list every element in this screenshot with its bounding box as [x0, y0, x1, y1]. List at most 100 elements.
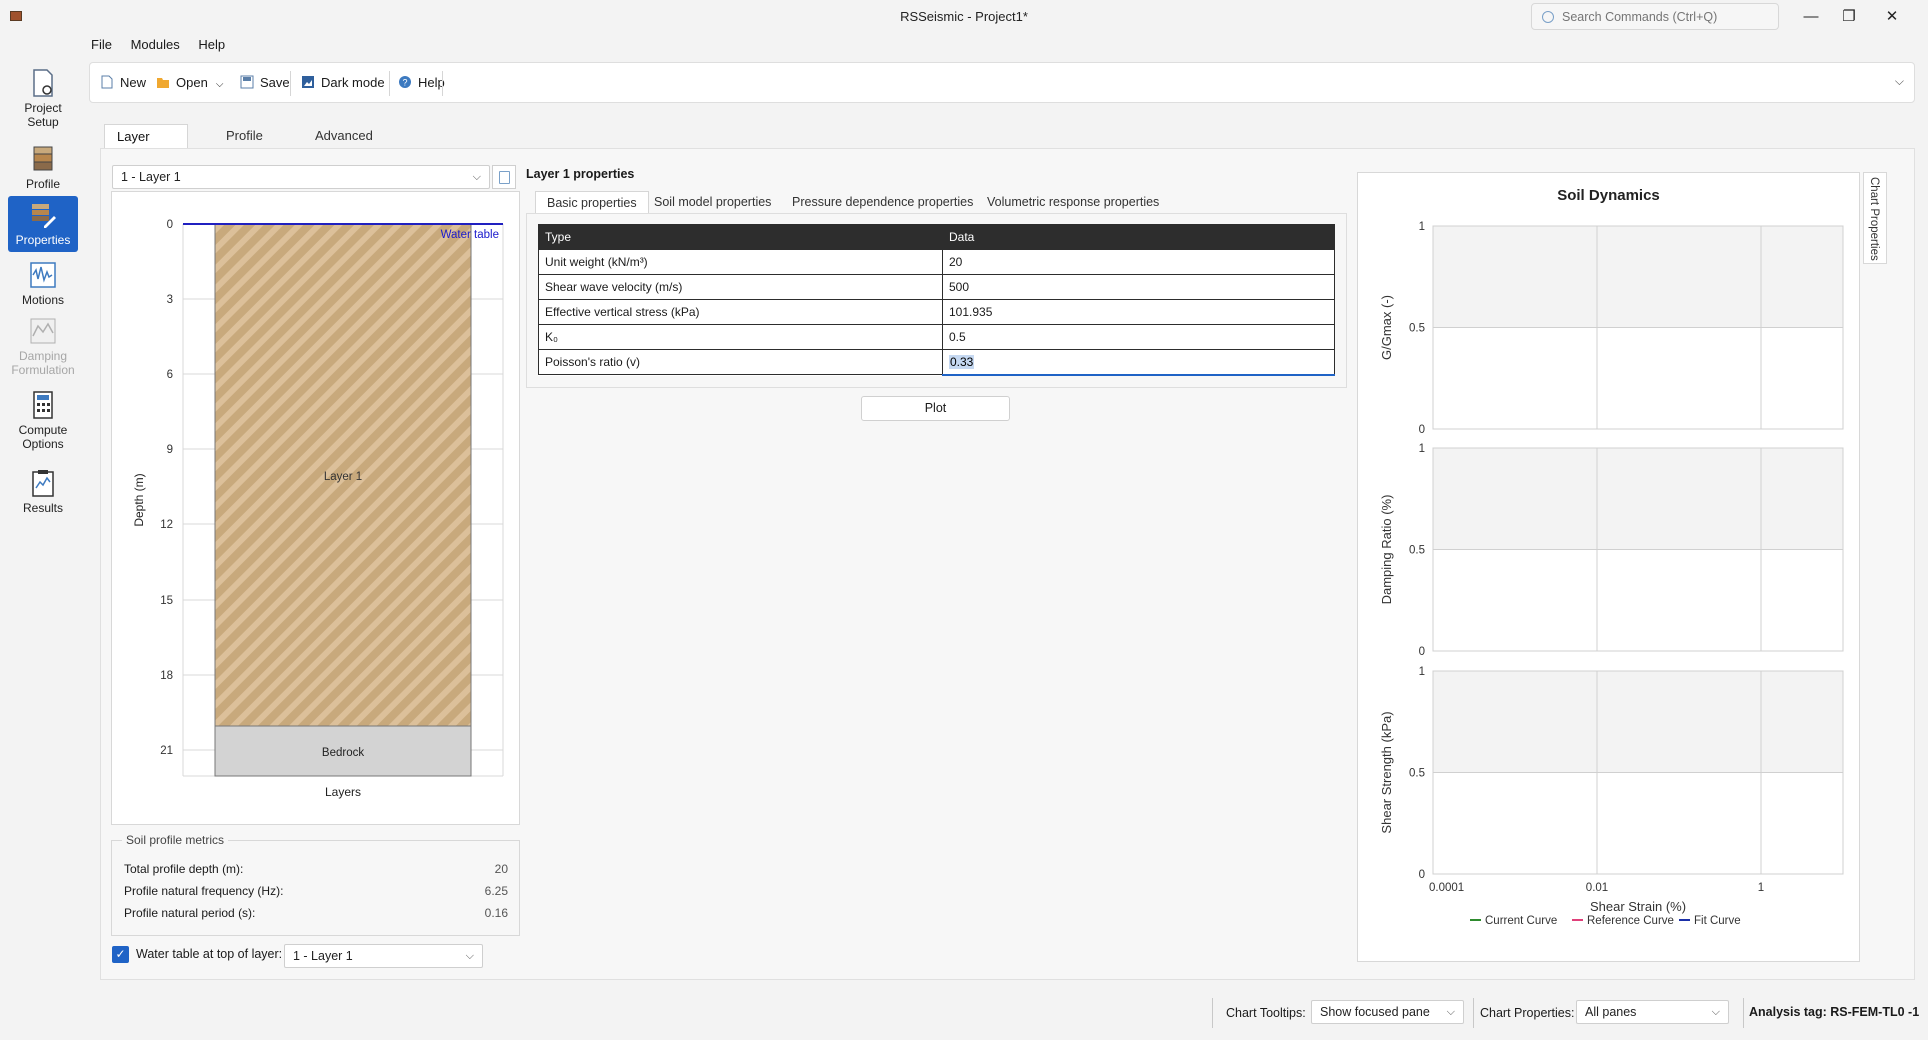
command-search[interactable]: [1531, 3, 1779, 30]
water-table-layer-select[interactable]: 1 - Layer 1 ⌵: [284, 944, 483, 968]
copy-layer-button[interactable]: [492, 165, 516, 189]
tab-soil-model-properties[interactable]: Soil model properties: [643, 191, 782, 214]
nav-properties[interactable]: Properties: [8, 196, 78, 252]
y-tick-label: 0: [1419, 646, 1425, 658]
plot-button[interactable]: Plot: [861, 396, 1010, 421]
depth-tick: 18: [160, 670, 173, 682]
nav-project-setup[interactable]: Project Setup: [8, 64, 78, 134]
open-button[interactable]: Open ⌵: [156, 72, 223, 94]
svg-text:?: ?: [402, 78, 407, 88]
table-row: Unit weight (kN/m³) 20: [538, 249, 1335, 275]
water-table-checkbox[interactable]: ✓: [112, 946, 129, 963]
status-separator: [1473, 998, 1474, 1028]
maximize-button[interactable]: ❐: [1834, 6, 1864, 28]
profile-icon: [33, 146, 53, 171]
toolbar-expand-chevron-icon[interactable]: ⌵: [1895, 74, 1904, 89]
selected-value[interactable]: 0.33: [949, 354, 975, 369]
tab-advanced-table-view[interactable]: Advanced table view: [303, 124, 385, 167]
property-value[interactable]: 101.935: [942, 299, 1335, 325]
menu-modules[interactable]: Modules: [131, 37, 180, 52]
menu-help[interactable]: Help: [198, 37, 225, 52]
legend-label: Current Curve: [1485, 915, 1557, 927]
metrics-title: Soil profile metrics: [122, 833, 229, 847]
property-value-editor[interactable]: 0.33: [942, 349, 1335, 376]
nav-results[interactable]: Results: [8, 464, 78, 520]
y-tick-label: 1: [1419, 443, 1425, 455]
table-row: Shear wave velocity (m/s) 500: [538, 274, 1335, 300]
status-separator: [1743, 998, 1744, 1028]
tab-basic-properties[interactable]: Basic properties: [535, 191, 649, 214]
column-header-type: Type: [538, 224, 943, 250]
compute-icon: [33, 391, 53, 419]
chart-properties-side-tab[interactable]: Chart Properties: [1863, 172, 1887, 264]
save-icon: [240, 75, 254, 89]
tab-layer-properties[interactable]: Layer properties: [104, 124, 188, 168]
chart-properties-select[interactable]: All panes ⌵: [1576, 1000, 1729, 1024]
depth-tick: 15: [160, 595, 173, 607]
toolbar-separator: [389, 71, 390, 96]
status-separator: [1212, 998, 1213, 1028]
help-button[interactable]: ? Help: [398, 72, 445, 94]
analysis-tag: Analysis tag: RS-FEM-TL0 -1: [1749, 1005, 1920, 1019]
tab-pressure-dependence-properties[interactable]: Pressure dependence properties: [781, 191, 984, 214]
x-tick-label: 0.0001: [1429, 882, 1464, 894]
depth-tick: 6: [167, 369, 173, 381]
tab-volumetric-response-properties[interactable]: Volumetric response properties: [976, 191, 1170, 214]
property-value[interactable]: 0.5: [942, 324, 1335, 350]
property-name: Shear wave velocity (m/s): [538, 274, 943, 300]
y-tick-label: 0: [1419, 424, 1425, 436]
property-name: Effective vertical stress (kPa): [538, 299, 943, 325]
legend-label: Fit Curve: [1694, 915, 1741, 927]
nav-compute-options[interactable]: Compute Options: [8, 386, 78, 456]
property-value[interactable]: 20: [942, 249, 1335, 275]
x-tick-label: 0.01: [1586, 882, 1608, 894]
chart-tooltips-select[interactable]: Show focused pane ⌵: [1311, 1000, 1464, 1024]
tab-profile-plots[interactable]: Profile plots: [214, 124, 275, 167]
table-header-row: Type Data: [538, 224, 1335, 250]
soil-profile-chart[interactable]: Water table Layer 1 Bedrock 0 3 6 9 12 1…: [111, 191, 520, 825]
nav-motions[interactable]: Motions: [8, 256, 78, 312]
chevron-down-icon: ⌵: [465, 950, 474, 962]
chart-title: Soil Dynamics: [1557, 187, 1660, 204]
results-icon: [32, 470, 54, 497]
dark-mode-button[interactable]: Dark mode: [301, 72, 385, 94]
metric-row: Profile natural period (s): 0.16: [124, 906, 508, 920]
toolbar-separator: [290, 71, 291, 96]
depth-axis-label: Depth (m): [132, 473, 146, 526]
nav-profile[interactable]: Profile: [8, 140, 78, 196]
bedrock-label: Bedrock: [322, 747, 364, 759]
x-axis-label: Shear Strain (%): [1590, 899, 1686, 914]
new-file-icon: [101, 75, 113, 89]
y-axis-label: G/Gmax (-): [1379, 295, 1394, 360]
damping-icon: [30, 318, 56, 344]
project-setup-icon: [33, 69, 53, 97]
depth-tick: 21: [160, 745, 173, 757]
soil-profile-metrics: Soil profile metrics Total profile depth…: [111, 833, 520, 936]
status-bar: Chart Tooltips: Show focused pane ⌵ Char…: [0, 996, 1928, 1030]
depth-tick: 0: [167, 219, 173, 231]
layer-select[interactable]: 1 - Layer 1 ⌵: [112, 165, 490, 189]
chevron-down-icon: ⌵: [472, 171, 481, 183]
close-button[interactable]: ✕: [1877, 6, 1907, 28]
motions-icon: [30, 262, 56, 288]
water-table-label-text: Water table at top of layer:: [136, 947, 283, 961]
copy-icon: [499, 171, 510, 184]
command-search-input[interactable]: [1562, 8, 1772, 26]
depth-tick: 3: [167, 294, 173, 306]
save-button[interactable]: Save: [240, 72, 290, 94]
panel-upper-band: [1433, 448, 1843, 550]
metric-row: Profile natural frequency (Hz): 6.25: [124, 884, 508, 898]
nav-damping-formulation: Damping Formulation: [8, 312, 78, 382]
menu-bar: File Modules Help: [91, 37, 240, 57]
chevron-down-icon: ⌵: [1711, 1006, 1720, 1018]
open-dropdown-chevron-icon[interactable]: ⌵: [216, 79, 224, 90]
y-axis-label: Damping Ratio (%): [1379, 495, 1394, 605]
menu-file[interactable]: File: [91, 37, 112, 52]
layer-properties-title: Layer 1 properties: [526, 167, 635, 181]
legend-label: Reference Curve: [1587, 915, 1674, 927]
new-button[interactable]: New: [100, 72, 146, 94]
folder-icon: [157, 78, 169, 88]
soil-dynamics-chart[interactable]: Soil Dynamics 0 0.5 1 G/Gmax (-) 0 0.5 1 Damping…: [1357, 172, 1860, 962]
property-value[interactable]: 500: [942, 274, 1335, 300]
minimize-button[interactable]: —: [1796, 6, 1826, 28]
